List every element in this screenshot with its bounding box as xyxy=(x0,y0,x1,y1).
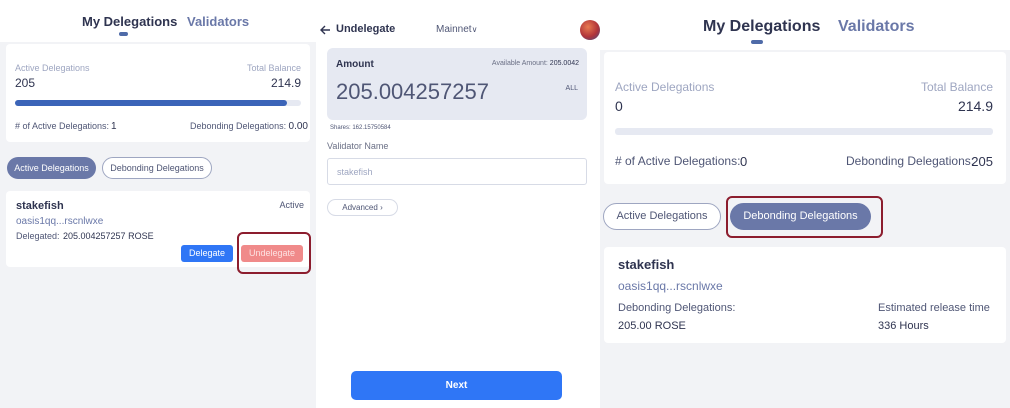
chevron-right-icon: › xyxy=(380,203,383,212)
page-title: Undelegate xyxy=(336,23,396,35)
network-selector[interactable]: Mainnet∨ xyxy=(436,24,477,35)
active-delegations-value: 0 xyxy=(615,98,623,114)
amount-box[interactable]: Amount Available Amount: 205.0042 205.00… xyxy=(327,48,587,120)
chevron-down-icon: ∨ xyxy=(471,25,478,34)
network-label: Mainnet xyxy=(436,24,472,35)
undelegate-highlight xyxy=(237,232,311,274)
debonding-value: 205 xyxy=(971,154,993,169)
active-tab-indicator xyxy=(119,32,128,36)
amount-label: Amount xyxy=(336,59,374,70)
delegations-panel-left: My Delegations Validators Active Delegat… xyxy=(0,0,316,408)
active-count-value: 1 xyxy=(111,121,117,132)
total-balance-label: Total Balance xyxy=(246,63,301,73)
active-count-value: 0 xyxy=(740,154,748,169)
tab-bar: My Delegations Validators xyxy=(600,0,1010,50)
tab-my-delegations[interactable]: My Delegations xyxy=(703,18,820,36)
filter-active-delegations[interactable]: Active Delegations xyxy=(603,203,721,230)
undelegate-panel: Undelegate Mainnet∨ Amount Available Amo… xyxy=(316,0,600,408)
progress-track xyxy=(615,128,993,135)
tab-bar: My Delegations Validators xyxy=(0,0,316,42)
debonding-label: Debonding Delegations: xyxy=(846,154,975,168)
filter-debonding-delegations[interactable]: Debonding Delegations xyxy=(102,157,212,179)
tab-validators[interactable]: Validators xyxy=(838,18,914,36)
validator-name-label: Validator Name xyxy=(327,141,389,151)
total-balance-label: Total Balance xyxy=(920,80,993,94)
tab-validators[interactable]: Validators xyxy=(187,14,249,29)
validator-name-placeholder: stakefish xyxy=(337,167,373,177)
active-delegations-label: Active Delegations xyxy=(15,63,90,73)
active-delegations-label: Active Delegations xyxy=(615,80,715,94)
validator-name-field[interactable]: stakefish xyxy=(327,158,587,185)
available-label: Available Amount: xyxy=(491,60,548,67)
validator-address: oasis1qq...rscnlwxe xyxy=(16,216,104,227)
delegations-panel-right: My Delegations Validators Active Delegat… xyxy=(600,0,1010,408)
active-tab-indicator xyxy=(751,40,763,44)
delegated-label: Delegated: xyxy=(16,231,60,241)
advanced-button[interactable]: Advanced › xyxy=(327,199,398,216)
tab-my-delegations[interactable]: My Delegations xyxy=(82,14,177,29)
all-button[interactable]: ALL xyxy=(566,85,578,92)
active-count-label: # of Active Delegations: xyxy=(615,154,741,168)
debonding-label: Debonding Delegations: xyxy=(190,121,287,131)
validator-address: oasis1qq...rscnlwxe xyxy=(618,279,723,293)
active-count-label: # of Active Delegations: xyxy=(15,121,110,131)
summary-card: Active Delegations 0 Total Balance 214.9… xyxy=(604,52,1006,184)
validator-name: stakefish xyxy=(16,200,64,212)
total-balance-value: 214.9 xyxy=(270,76,301,90)
summary-card: Active Delegations 205 Total Balance 214… xyxy=(6,44,310,142)
debonding-value: 0.00 xyxy=(288,121,308,132)
active-delegations-value: 205 xyxy=(15,76,36,90)
status-badge: Active xyxy=(279,200,304,210)
debonding-label: Debonding Delegations: xyxy=(618,302,736,314)
total-balance-value: 214.9 xyxy=(957,98,993,114)
arrow-left-icon[interactable] xyxy=(319,24,331,36)
debonding-highlight xyxy=(726,196,883,238)
delegated-value: 205.004257257 ROSE xyxy=(63,231,154,241)
release-time-value: 336 Hours xyxy=(878,320,929,332)
progress-track xyxy=(15,100,301,106)
available-amount: Available Amount: 205.0042 xyxy=(492,60,579,67)
delegate-button[interactable]: Delegate xyxy=(181,245,233,262)
next-button[interactable]: Next xyxy=(351,371,562,400)
release-time-label: Estimated release time xyxy=(878,302,990,314)
shares-text: Shares: 162.15750584 xyxy=(330,125,391,131)
delegation-card[interactable]: stakefish oasis1qq...rscnlwxe Debonding … xyxy=(604,247,1006,343)
debonding-amount: 205.00 ROSE xyxy=(618,320,686,332)
avatar[interactable] xyxy=(580,20,600,40)
validator-name: stakefish xyxy=(618,257,675,272)
available-value: 205.0042 xyxy=(549,60,579,67)
filter-active-delegations[interactable]: Active Delegations xyxy=(7,157,96,179)
amount-input[interactable]: 205.004257257 xyxy=(336,79,489,105)
progress-fill xyxy=(15,100,287,106)
advanced-label: Advanced xyxy=(342,203,378,212)
